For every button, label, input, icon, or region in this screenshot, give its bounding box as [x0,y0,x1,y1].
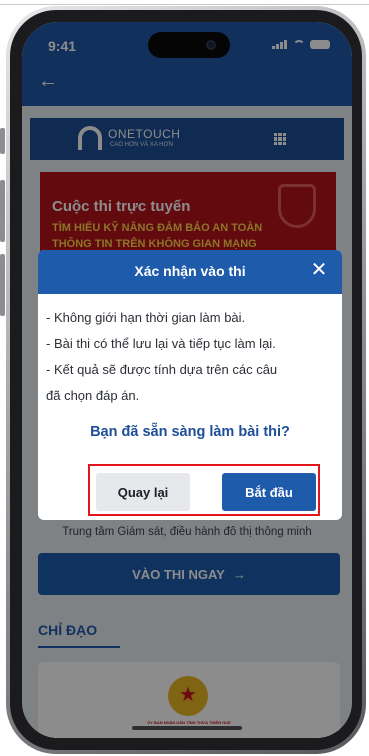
close-icon[interactable]: ✕ [308,259,330,281]
home-indicator[interactable] [132,726,242,730]
back-button[interactable]: Quay lại [96,473,190,511]
rule-line: đã chọn đáp án. [46,388,140,403]
dialog-header: Xác nhận vào thi ✕ [38,250,342,294]
rule-line: - Bài thi có thể lưu lại và tiếp tục làm… [46,336,276,351]
phone-bezel: 9:41 ← ONETOUCH CAO HƠN VÀ XA HƠN Cuộc t… [10,10,362,750]
top-rule [0,4,369,5]
mute-switch [0,128,5,154]
rule-line: - Không giới hạn thời gian làm bài. [46,310,246,325]
dialog-title: Xác nhận vào thi [134,263,246,279]
rule-line: - Kết quả sẽ được tính dựa trên các câu [46,362,278,377]
buttons-highlight-frame: Quay lại Bắt đầu [88,464,320,516]
screen: 9:41 ← ONETOUCH CAO HƠN VÀ XA HƠN Cuộc t… [22,22,352,738]
ready-question: Bạn đã sẵn sàng làm bài thi? [90,424,290,440]
volume-down-button [0,254,5,316]
confirm-exam-dialog: Xác nhận vào thi ✕ - Không giới hạn thời… [38,250,342,520]
start-button[interactable]: Bắt đầu [222,473,316,511]
volume-up-button [0,180,5,242]
